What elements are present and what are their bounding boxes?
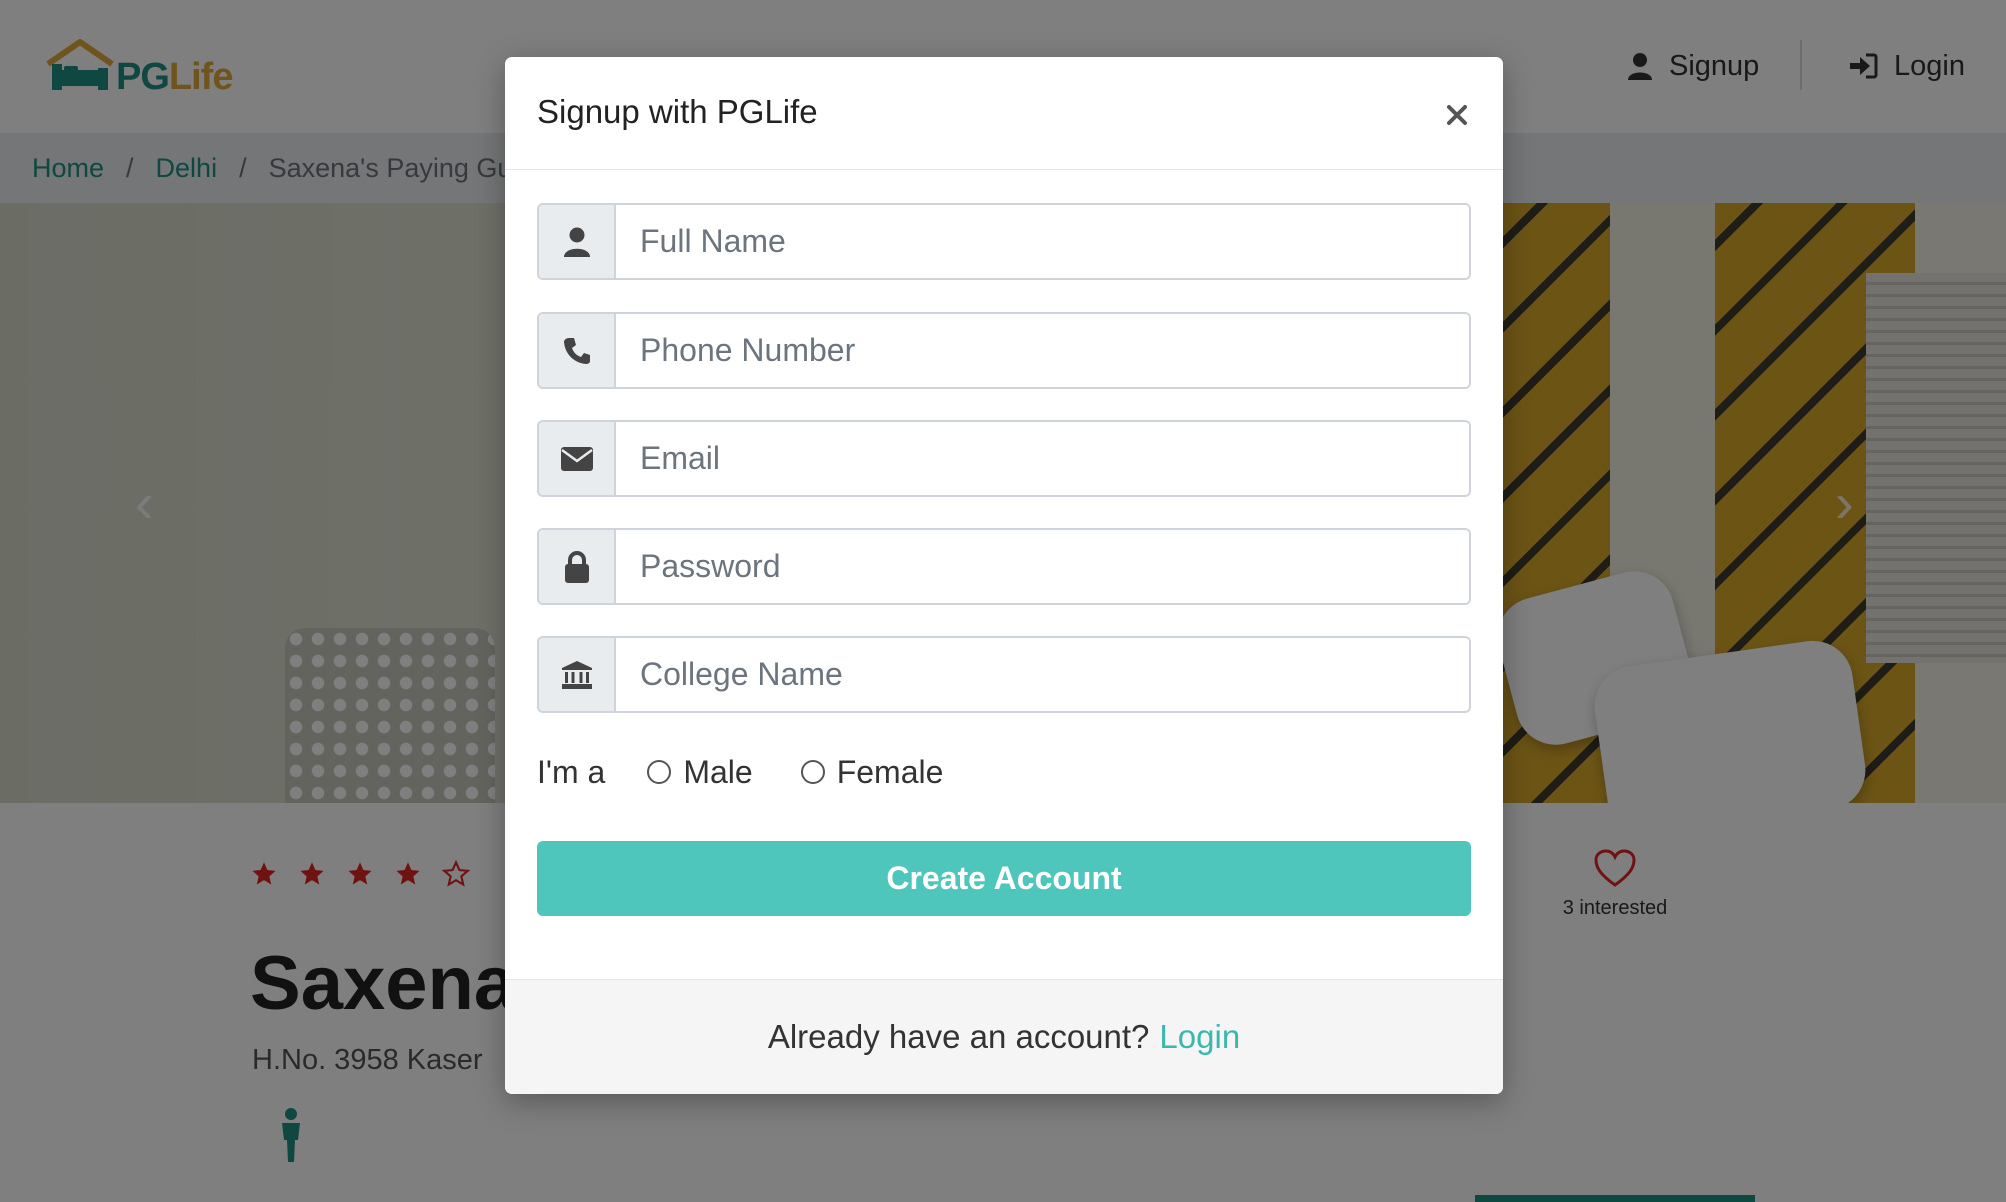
- full-name-input[interactable]: [616, 205, 1469, 278]
- gender-selector: I'm a Male Female: [537, 747, 943, 797]
- phone-group: [537, 312, 1471, 389]
- male-label: Male: [683, 753, 753, 790]
- signup-modal: Signup with PGLife Full Name Phone Numbe…: [505, 57, 1503, 1094]
- full-name-addon: [539, 205, 616, 278]
- university-icon: [561, 660, 592, 689]
- phone-icon: [563, 337, 590, 364]
- phone-addon: [539, 314, 616, 387]
- gender-female-option[interactable]: Female: [800, 753, 944, 791]
- footer-login-link[interactable]: Login: [1159, 1018, 1240, 1056]
- lock-icon: [564, 550, 589, 583]
- user-icon: [563, 227, 590, 257]
- create-account-button[interactable]: Create Account: [537, 841, 1471, 916]
- email-addon: [539, 422, 616, 495]
- modal-footer: Already have an account? Login: [505, 979, 1503, 1094]
- email-input[interactable]: [616, 422, 1469, 495]
- gender-label: I'm a: [537, 753, 606, 790]
- full-name-group: [537, 203, 1471, 280]
- college-addon: [539, 638, 616, 711]
- close-button[interactable]: [1439, 97, 1475, 133]
- close-icon: [1447, 105, 1467, 125]
- female-label: Female: [836, 753, 944, 790]
- password-input[interactable]: [616, 530, 1469, 603]
- gender-male-option[interactable]: Male: [647, 753, 753, 791]
- female-radio[interactable]: [800, 760, 825, 784]
- phone-input[interactable]: [616, 314, 1469, 387]
- footer-text: Already have an account?: [767, 1018, 1150, 1055]
- male-radio[interactable]: [647, 760, 672, 784]
- password-group: [537, 528, 1471, 605]
- modal-title: Signup with PGLife: [537, 93, 818, 130]
- password-addon: [539, 530, 616, 603]
- modal-header: Signup with PGLife: [505, 57, 1503, 170]
- envelope-icon: [560, 446, 593, 471]
- college-input[interactable]: [616, 638, 1469, 711]
- email-group: [537, 420, 1471, 497]
- college-group: [537, 636, 1471, 713]
